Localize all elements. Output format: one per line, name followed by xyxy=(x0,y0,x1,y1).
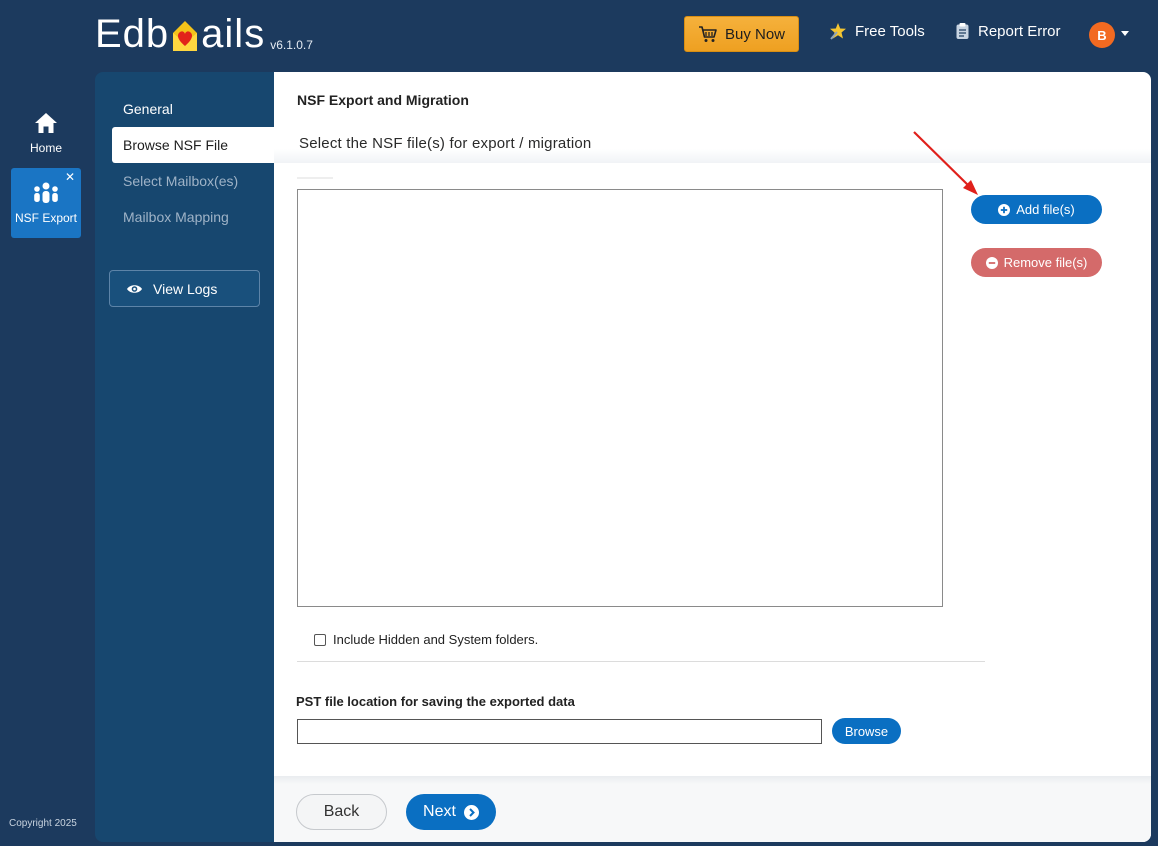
chevron-right-circle-icon xyxy=(463,804,479,820)
logo-text-left: Edb xyxy=(95,12,170,56)
minus-circle-icon xyxy=(985,256,998,269)
next-button[interactable]: Next xyxy=(406,794,496,830)
users-icon xyxy=(34,182,58,203)
star-tools-icon xyxy=(830,23,846,40)
page-title: NSF Export and Migration xyxy=(297,92,469,108)
view-logs-button[interactable]: View Logs xyxy=(109,270,260,307)
step-browse-nsf-file[interactable]: Browse NSF File xyxy=(112,127,280,163)
include-hidden-checkbox[interactable] xyxy=(314,633,326,646)
cart-icon xyxy=(698,26,717,42)
eye-icon xyxy=(127,284,142,293)
avatar[interactable]: B xyxy=(1089,22,1115,48)
divider xyxy=(297,661,985,662)
buy-now-button[interactable]: Buy Now xyxy=(684,16,799,52)
free-tools-link[interactable]: Free Tools xyxy=(829,22,925,40)
next-label: Next xyxy=(423,803,456,820)
remove-files-label: Remove file(s) xyxy=(1003,255,1088,270)
back-label: Back xyxy=(323,803,360,820)
view-logs-label: View Logs xyxy=(153,280,218,297)
copyright-text: Copyright 2025 xyxy=(9,818,77,829)
pst-location-label: PST file location for saving the exporte… xyxy=(296,694,575,709)
divider xyxy=(297,177,333,179)
main-panel: NSF Export and Migration Select the NSF … xyxy=(274,72,1151,842)
step-label: Select Mailbox(es) xyxy=(123,173,239,189)
rail-nsf-export-label: NSF Export xyxy=(14,211,77,225)
browse-button[interactable]: Browse xyxy=(832,718,901,744)
step-label: Browse NSF File xyxy=(123,137,229,153)
home-icon xyxy=(35,113,57,133)
chevron-down-icon[interactable] xyxy=(1121,31,1129,36)
pst-location-input[interactable] xyxy=(297,719,822,744)
step-label: General xyxy=(123,101,173,117)
clipboard-icon xyxy=(956,23,969,39)
include-hidden-checkbox-row[interactable]: Include Hidden and System folders. xyxy=(314,632,538,647)
plus-circle-icon xyxy=(998,203,1011,216)
app-logo: Edb ails v6.1.0.7 xyxy=(95,12,313,56)
step-mailbox-mapping[interactable]: Mailbox Mapping xyxy=(112,199,280,235)
buy-now-label: Buy Now xyxy=(724,25,786,43)
wizard-sidepanel: General Browse NSF File Select Mailbox(e… xyxy=(95,72,280,842)
section-title: Select the NSF file(s) for export / migr… xyxy=(299,135,592,152)
add-files-label: Add file(s) xyxy=(1016,202,1075,217)
rail-home-label: Home xyxy=(29,141,62,155)
free-tools-label: Free Tools xyxy=(855,22,925,40)
include-hidden-label: Include Hidden and System folders. xyxy=(333,632,539,647)
nsf-file-list[interactable] xyxy=(297,189,943,607)
back-button[interactable]: Back xyxy=(296,794,387,830)
rail-home[interactable]: Home xyxy=(11,98,81,168)
close-icon[interactable]: ✕ xyxy=(65,171,75,183)
logo-text-right: ails xyxy=(201,12,266,56)
report-error-link[interactable]: Report Error xyxy=(955,22,1061,40)
step-general[interactable]: General xyxy=(112,91,280,127)
step-select-mailboxes[interactable]: Select Mailbox(es) xyxy=(112,163,280,199)
report-error-label: Report Error xyxy=(978,22,1061,40)
remove-files-button[interactable]: Remove file(s) xyxy=(971,248,1102,277)
rail-nsf-export[interactable]: ✕ NSF Export xyxy=(11,168,81,238)
step-label: Mailbox Mapping xyxy=(123,209,229,225)
add-files-button[interactable]: Add file(s) xyxy=(971,195,1102,224)
app-version: v6.1.0.7 xyxy=(270,38,313,52)
envelope-heart-icon xyxy=(170,18,200,52)
